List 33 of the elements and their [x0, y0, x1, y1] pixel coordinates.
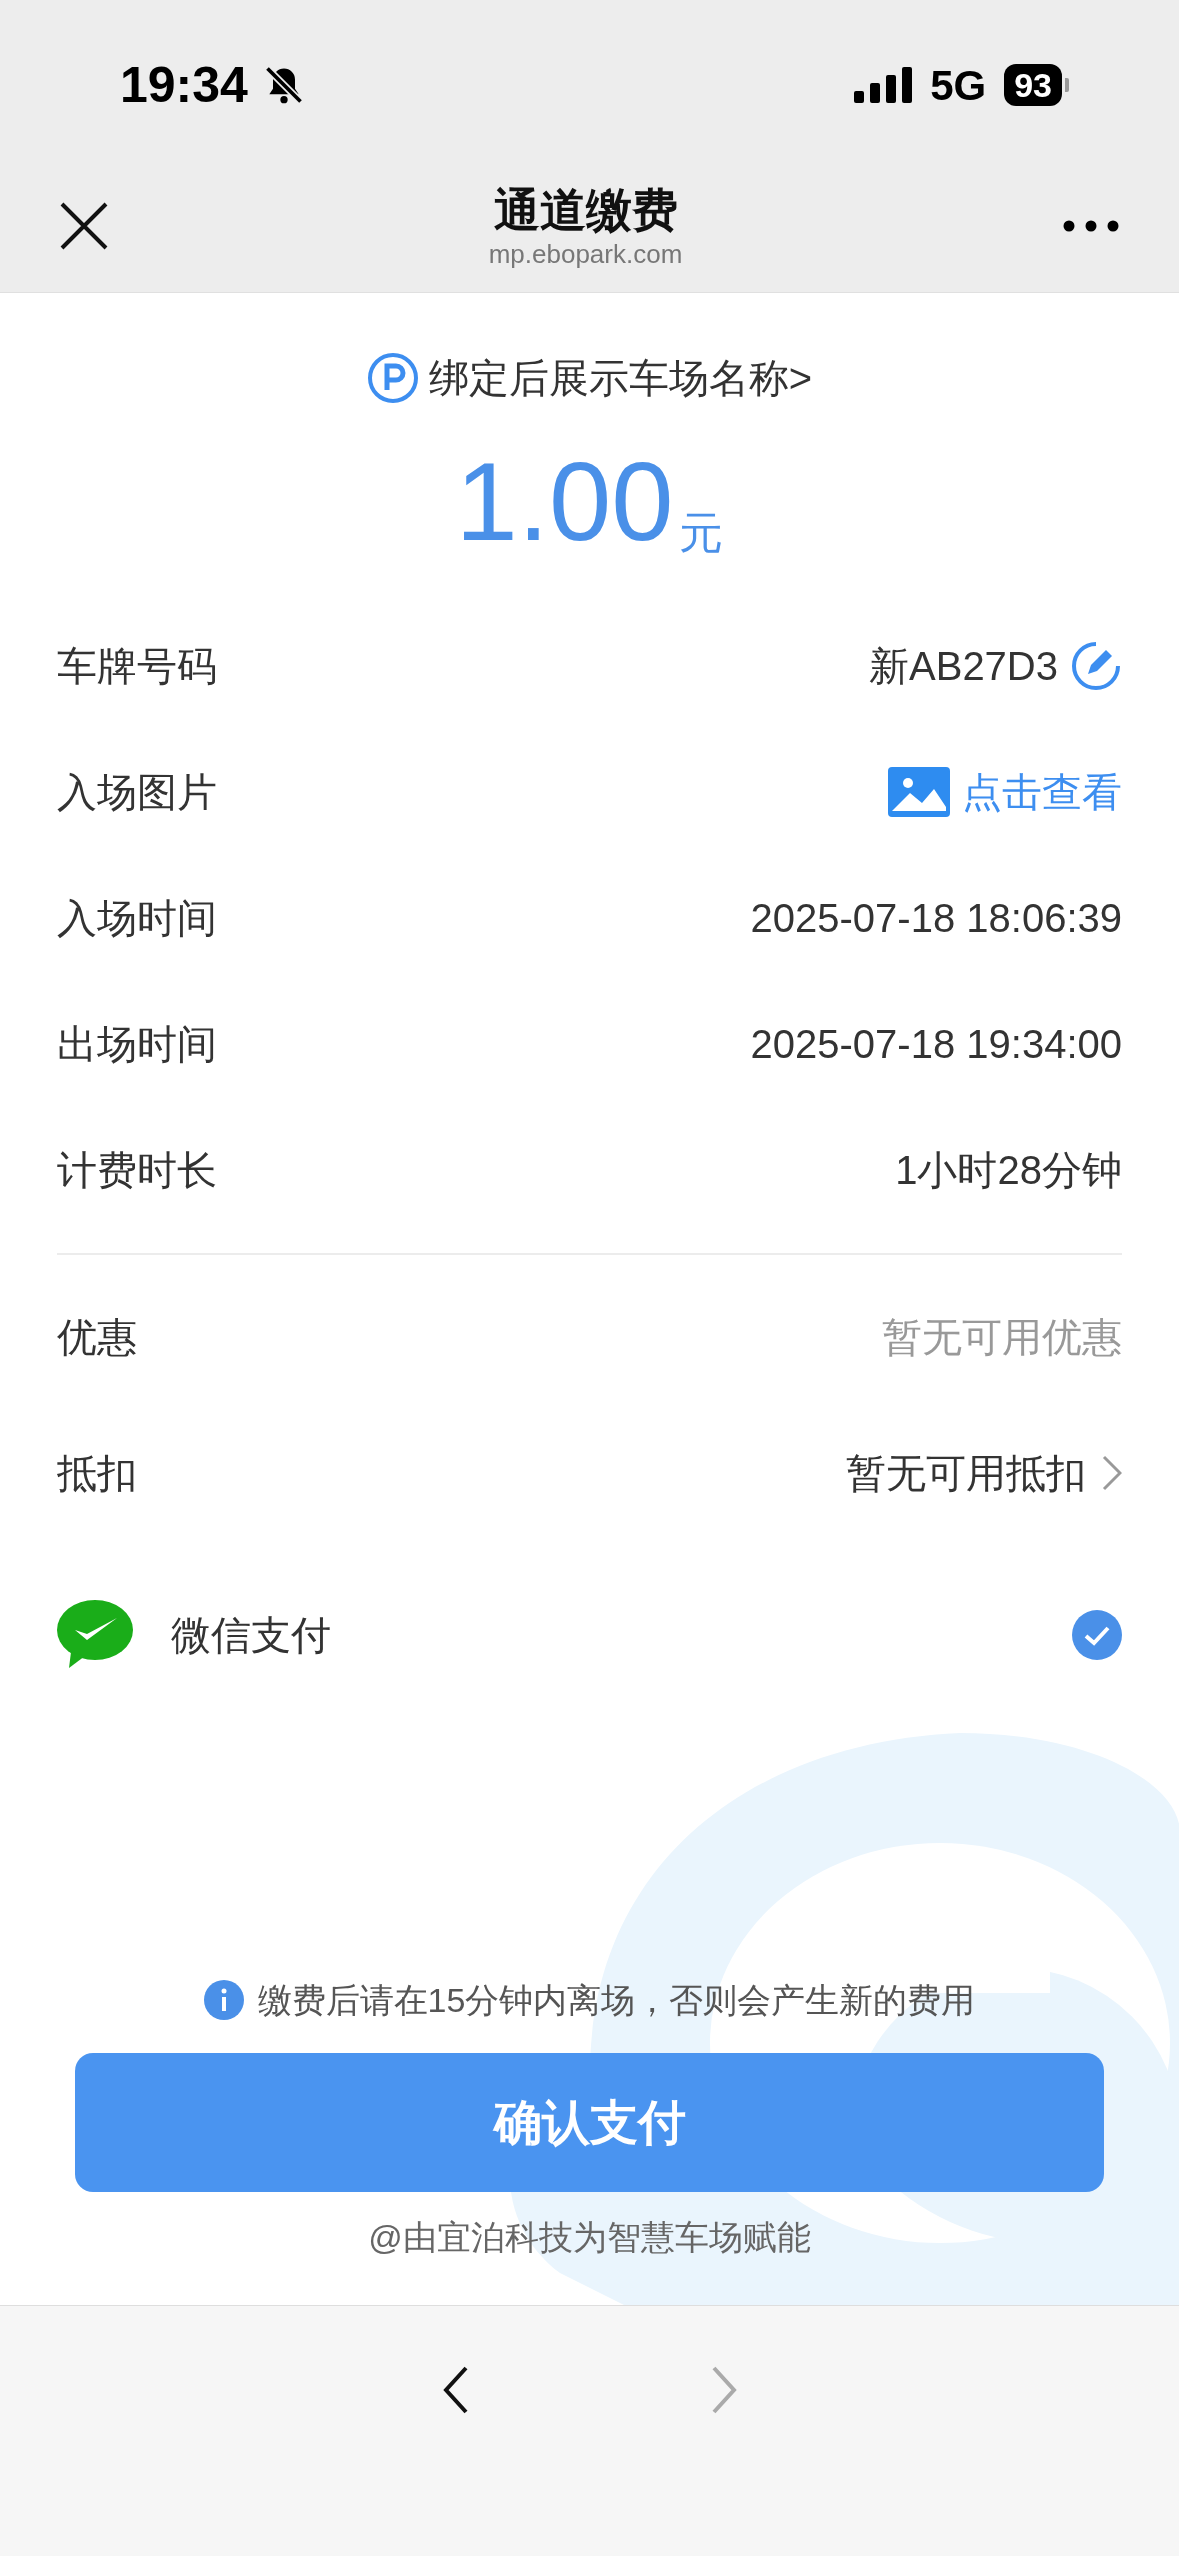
amount-unit: 元 [679, 508, 724, 558]
info-icon [203, 1980, 244, 2020]
plate-number: 新AB27D3 [869, 643, 1058, 690]
field-label: 出场时间 [57, 1021, 217, 1068]
check-icon[interactable] [1072, 1610, 1122, 1660]
parking-icon [366, 352, 419, 404]
status-time: 19:34 [120, 55, 248, 115]
edit-icon[interactable] [1070, 640, 1122, 692]
wechat-pay-icon [57, 1600, 133, 1670]
deduction-selector[interactable]: 暂无可用抵扣 [846, 1443, 1122, 1503]
field-label: 入场时间 [57, 895, 217, 942]
more-icon[interactable] [1063, 220, 1119, 232]
field-value: 2025-07-18 19:34:00 [750, 1021, 1122, 1068]
field-label: 计费时长 [57, 1147, 217, 1194]
parking-lot-link[interactable]: 绑定后展示车场名称> [428, 348, 813, 408]
field-label: 入场图片 [57, 769, 217, 816]
payment-notice: 缴费后请在15分钟内离场，否则会产生新的费用 [257, 1979, 976, 2021]
chevron-right-icon [1102, 1455, 1122, 1491]
field-value: 1小时28分钟 [895, 1147, 1122, 1194]
page-title: 通道缴费 [493, 183, 678, 238]
amount-value: 1.00 [455, 446, 674, 558]
image-icon[interactable] [888, 767, 950, 817]
signal-icon [854, 67, 913, 103]
network-label: 5G [930, 60, 987, 111]
footer-credit: @由宜泊科技为智慧车场赋能 [368, 2216, 811, 2258]
field-value: 暂无可用优惠 [882, 1314, 1122, 1361]
page-url: mp.ebopark.com [488, 238, 683, 270]
field-label: 抵扣 [57, 1450, 137, 1497]
field-label: 优惠 [57, 1314, 137, 1361]
field-label: 车牌号码 [57, 643, 217, 690]
close-icon[interactable] [60, 202, 108, 250]
field-value: 2025-07-18 18:06:39 [750, 895, 1122, 942]
payment-method-label: 微信支付 [171, 1612, 331, 1659]
